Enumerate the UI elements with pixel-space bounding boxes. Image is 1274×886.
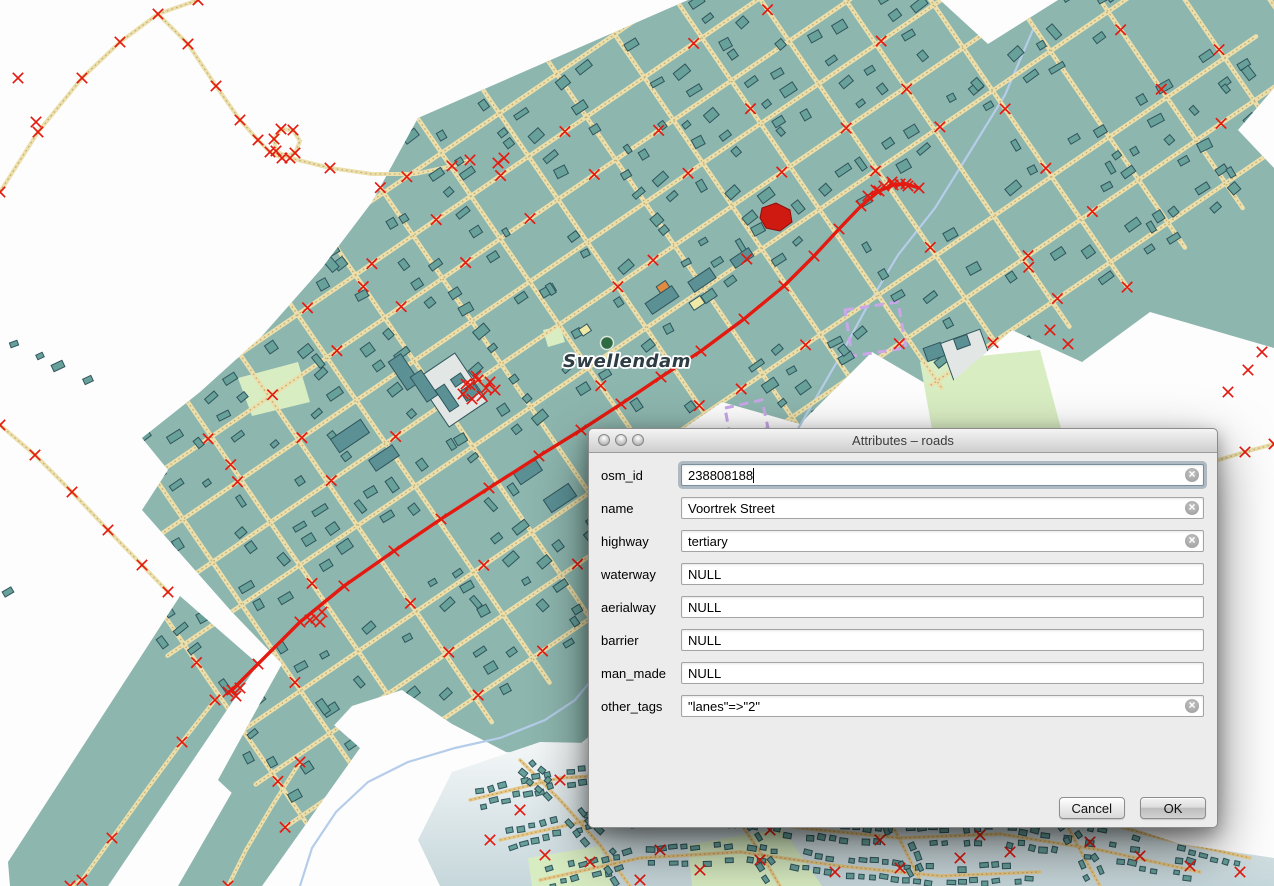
cancel-button[interactable]: Cancel xyxy=(1059,797,1125,819)
field-input-waterway[interactable]: NULL xyxy=(681,563,1204,585)
field-value: Voortrek Street xyxy=(688,501,775,516)
ok-button[interactable]: OK xyxy=(1140,797,1206,819)
field-row-aerialway: aerialway NULL xyxy=(601,596,1204,618)
field-label-highway: highway xyxy=(601,534,681,549)
place-label: Swellendam xyxy=(563,351,691,372)
field-value: NULL xyxy=(688,600,721,615)
field-label-man_made: man_made xyxy=(601,666,681,681)
clear-field-icon[interactable]: × xyxy=(1185,534,1199,548)
zoom-button[interactable] xyxy=(632,434,644,446)
clear-field-icon[interactable]: × xyxy=(1185,501,1199,515)
field-row-name: name Voortrek Street × xyxy=(601,497,1204,519)
field-value: NULL xyxy=(688,567,721,582)
field-label-aerialway: aerialway xyxy=(601,600,681,615)
field-row-man_made: man_made NULL xyxy=(601,662,1204,684)
attributes-dialog: Attributes – roads osm_id238808188×nameV… xyxy=(588,428,1218,828)
clear-field-icon[interactable]: × xyxy=(1185,699,1199,713)
field-label-waterway: waterway xyxy=(601,567,681,582)
field-label-barrier: barrier xyxy=(601,633,681,648)
field-row-osm_id: osm_id 238808188 × xyxy=(601,464,1204,486)
field-row-barrier: barrier NULL xyxy=(601,629,1204,651)
field-value: NULL xyxy=(688,666,721,681)
field-input-name[interactable]: Voortrek Street × xyxy=(681,497,1204,519)
field-input-osm_id[interactable]: 238808188 × xyxy=(681,464,1204,486)
close-button[interactable] xyxy=(598,434,610,446)
dialog-buttons: Cancel OK xyxy=(1059,797,1206,819)
field-value: tertiary xyxy=(688,534,728,549)
field-label-osm_id: osm_id xyxy=(601,468,681,483)
minimize-button[interactable] xyxy=(615,434,627,446)
field-input-highway[interactable]: tertiary × xyxy=(681,530,1204,552)
place-marker-icon xyxy=(601,337,614,350)
field-label-name: name xyxy=(601,501,681,516)
field-value: "lanes"=>"2" xyxy=(688,699,760,714)
field-input-other_tags[interactable]: "lanes"=>"2" × xyxy=(681,695,1204,717)
clear-field-icon[interactable]: × xyxy=(1185,468,1199,482)
field-label-other_tags: other_tags xyxy=(601,699,681,714)
field-input-aerialway[interactable]: NULL xyxy=(681,596,1204,618)
field-value: NULL xyxy=(688,633,721,648)
field-row-waterway: waterway NULL xyxy=(601,563,1204,585)
field-value: 238808188 xyxy=(688,468,753,483)
field-row-other_tags: other_tags "lanes"=>"2" × xyxy=(601,695,1204,717)
field-row-highway: highway tertiary × xyxy=(601,530,1204,552)
text-caret xyxy=(753,468,754,483)
dialog-title: Attributes – roads xyxy=(852,433,954,448)
window-controls xyxy=(598,434,644,446)
field-input-man_made[interactable]: NULL xyxy=(681,662,1204,684)
field-input-barrier[interactable]: NULL xyxy=(681,629,1204,651)
dialog-titlebar[interactable]: Attributes – roads xyxy=(589,429,1217,453)
attribute-fields: osm_id238808188×nameVoortrek Street×high… xyxy=(589,453,1217,717)
